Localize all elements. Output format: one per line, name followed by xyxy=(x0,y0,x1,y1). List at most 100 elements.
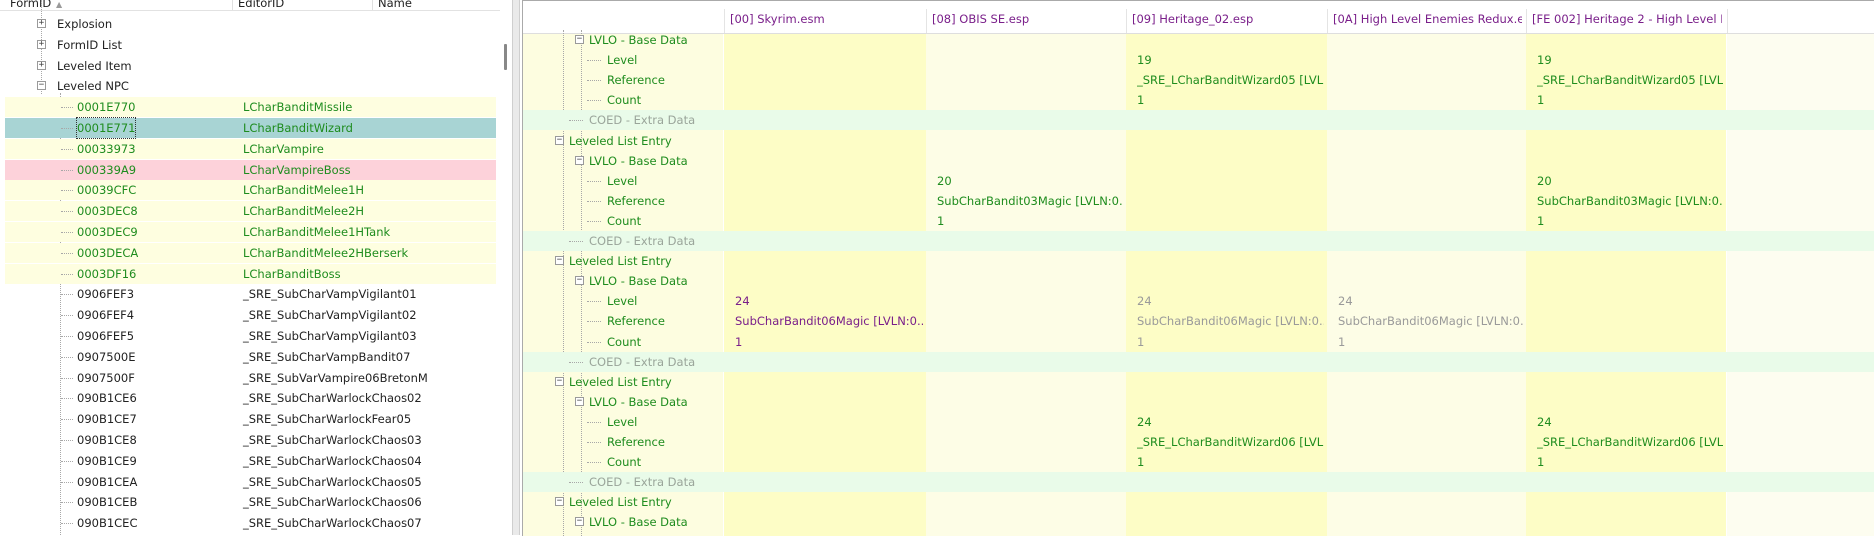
field-value[interactable]: 1 xyxy=(1137,452,1324,472)
record-row[interactable]: 0003DEC8 LCharBanditMelee2H xyxy=(5,201,496,222)
field-value[interactable]: 24 xyxy=(735,291,923,311)
expand-icon[interactable]: + xyxy=(37,39,46,49)
record-row[interactable]: 090B1CE7 _SRE_SubCharWarlockFear05 xyxy=(5,409,496,429)
expand-icon[interactable]: + xyxy=(37,19,46,28)
record-field-row[interactable]: Reference SubCharBandit03Magic [LVLN:0...… xyxy=(523,191,1874,211)
record-field-row[interactable]: − LVLO - Base Data xyxy=(523,30,1874,50)
record-field-row[interactable]: Count 1 1 1 xyxy=(523,332,1874,352)
collapse-icon[interactable]: − xyxy=(575,276,584,286)
collapse-icon[interactable]: − xyxy=(575,517,584,527)
record-field-row[interactable]: Count 1 1 xyxy=(523,452,1874,472)
tree-group-formid-list[interactable]: + FormID List xyxy=(0,35,496,55)
collapse-icon[interactable]: − xyxy=(575,155,584,165)
tree-group-leveled-npc[interactable]: − Leveled NPC xyxy=(0,76,496,96)
record-row[interactable]: 0907500F _SRE_SubVarVampire06BretonM xyxy=(5,368,496,388)
field-value[interactable]: 19 xyxy=(1137,50,1324,70)
plugin-header[interactable]: [0A] High Level Enemies Redux.esp xyxy=(1333,5,1522,33)
coed-row[interactable]: COED - Extra Data xyxy=(523,472,1874,493)
field-value[interactable]: 1 xyxy=(1537,90,1723,110)
record-row[interactable]: 090B1CEA _SRE_SubCharWarlockChaos05 xyxy=(5,472,496,492)
field-value[interactable]: _SRE_LCharBanditWizard05 [LVL... xyxy=(1537,70,1723,90)
formid-column-header[interactable]: FormID xyxy=(10,0,51,10)
collapse-icon[interactable]: − xyxy=(555,256,564,266)
record-field-row[interactable]: − Leveled List Entry xyxy=(523,131,1874,151)
collapse-icon[interactable]: − xyxy=(555,135,564,145)
tree-group-explosion[interactable]: + Explosion xyxy=(0,14,496,34)
record-field-row[interactable]: Reference SubCharBandit06Magic [LVLN:0...… xyxy=(523,311,1874,331)
field-value[interactable]: 24 xyxy=(1137,291,1324,311)
name-column-header[interactable]: Name xyxy=(378,0,412,10)
record-row[interactable]: 090B1CE8 _SRE_SubCharWarlockChaos03 xyxy=(5,430,496,450)
field-value[interactable]: 1 xyxy=(735,332,923,352)
field-value[interactable]: SubCharBandit06Magic [LVLN:0... xyxy=(1137,311,1324,331)
field-value[interactable]: 1 xyxy=(1537,452,1723,472)
collapse-icon[interactable]: − xyxy=(575,396,584,406)
record-field-row[interactable]: − Leveled List Entry xyxy=(523,251,1874,271)
tree-scrollbar-thumb[interactable] xyxy=(504,44,507,70)
field-value[interactable]: 1 xyxy=(1338,332,1523,352)
record-field-row[interactable]: − Leveled List Entry xyxy=(523,372,1874,392)
field-value[interactable]: 1 xyxy=(937,211,1123,231)
record-field-row[interactable]: Reference _SRE_LCharBanditWizard05 [LVL..… xyxy=(523,70,1874,90)
tree-group-leveled-item[interactable]: + Leveled Item xyxy=(0,56,496,76)
record-row[interactable]: 090B1CEB _SRE_SubCharWarlockChaos06 xyxy=(5,492,496,512)
record-field-row[interactable]: Reference _SRE_LCharBanditWizard06 [LVL..… xyxy=(523,432,1874,452)
record-row[interactable]: 090B1CE6 _SRE_SubCharWarlockChaos02 xyxy=(5,388,496,408)
record-row[interactable]: 0001E770 LCharBanditMissile xyxy=(5,97,496,118)
record-row[interactable]: 0003DEC9 LCharBanditMelee1HTank xyxy=(5,222,496,242)
record-field-row[interactable]: − LVLO - Base Data xyxy=(523,151,1874,171)
record-row[interactable]: 0003DF16 LCharBanditBoss xyxy=(5,263,496,284)
record-field-row[interactable]: Count 1 1 xyxy=(523,211,1874,231)
coed-row[interactable]: COED - Extra Data xyxy=(523,110,1874,131)
collapse-icon[interactable]: − xyxy=(555,376,564,386)
record-field-row[interactable]: Level 24 24 xyxy=(523,412,1874,432)
field-value[interactable]: _SRE_LCharBanditWizard06 [LVL... xyxy=(1137,432,1324,452)
collapse-icon[interactable]: − xyxy=(575,35,584,44)
field-value[interactable]: 20 xyxy=(1537,171,1723,191)
plugin-header[interactable]: [09] Heritage_02.esp xyxy=(1132,5,1323,33)
record-row[interactable]: 090B1CE9 _SRE_SubCharWarlockChaos04 xyxy=(5,451,496,471)
field-value[interactable]: SubCharBandit03Magic [LVLN:0... xyxy=(937,191,1123,211)
record-row[interactable]: 0001E771 LCharBanditWizard xyxy=(5,117,496,139)
record-field-row[interactable]: − Leveled List Entry xyxy=(523,492,1874,512)
record-field-row[interactable]: − LVLO - Base Data xyxy=(523,512,1874,532)
field-value[interactable]: 20 xyxy=(937,171,1123,191)
record-row[interactable]: 0907500E _SRE_SubCharVampBandit07 xyxy=(5,347,496,367)
field-value[interactable]: _SRE_LCharBanditWizard06 [LVL... xyxy=(1537,432,1723,452)
record-field-row[interactable]: Level 24 24 24 xyxy=(523,291,1874,311)
record-row[interactable]: 0906FEF5 _SRE_SubCharVampVigilant03 xyxy=(5,326,496,346)
field-value[interactable]: 19 xyxy=(1537,50,1723,70)
field-value[interactable]: 1 xyxy=(1537,211,1723,231)
field-value[interactable]: SubCharBandit06Magic [LVLN:0... xyxy=(1338,311,1523,331)
plugin-header[interactable]: [00] Skyrim.esm xyxy=(730,5,922,33)
field-value[interactable]: SubCharBandit03Magic [LVLN:0... xyxy=(1537,191,1723,211)
record-field-row[interactable]: Level 19 19 xyxy=(523,50,1874,70)
field-value[interactable]: SubCharBandit06Magic [LVLN:0... xyxy=(735,311,923,331)
record-row[interactable]: 090B1CEC _SRE_SubCharWarlockChaos07 xyxy=(5,513,496,533)
plugin-header[interactable]: [FE 002] Heritage 2 - High Level E... xyxy=(1532,5,1722,33)
record-field-row[interactable]: − LVLO - Base Data xyxy=(523,271,1874,291)
field-value[interactable]: 1 xyxy=(1137,332,1324,352)
record-row[interactable]: 0906FEF4 _SRE_SubCharVampVigilant02 xyxy=(5,305,496,325)
field-value[interactable]: 24 xyxy=(1137,412,1324,432)
collapse-icon[interactable]: − xyxy=(37,81,46,91)
record-field-row[interactable]: Level 20 20 xyxy=(523,171,1874,191)
record-row[interactable]: 000339A9 LCharVampireBoss xyxy=(5,159,496,180)
record-row[interactable]: 0003DECA LCharBanditMelee2HBerserk xyxy=(5,242,496,263)
editorid-column-header[interactable]: EditorID xyxy=(238,0,284,10)
coed-row[interactable]: COED - Extra Data xyxy=(523,351,1874,372)
coed-row[interactable]: COED - Extra Data xyxy=(523,231,1874,251)
field-value[interactable]: 24 xyxy=(1338,291,1523,311)
collapse-icon[interactable]: − xyxy=(555,497,564,507)
field-value[interactable]: _SRE_LCharBanditWizard05 [LVL... xyxy=(1137,70,1324,90)
field-value[interactable]: 24 xyxy=(1537,412,1723,432)
record-field-row[interactable]: Count 1 1 xyxy=(523,90,1874,110)
expand-icon[interactable]: + xyxy=(37,60,46,70)
pane-splitter[interactable] xyxy=(512,0,520,535)
field-value[interactable]: 1 xyxy=(1137,90,1324,110)
record-row[interactable]: 0906FEF3 _SRE_SubCharVampVigilant01 xyxy=(5,284,496,304)
record-row[interactable]: 00033973 LCharVampire xyxy=(5,138,496,159)
record-comparison-pane[interactable]: [00] Skyrim.esm [08] OBIS SE.esp [09] Heri… xyxy=(522,0,1874,536)
plugin-header[interactable]: [08] OBIS SE.esp xyxy=(932,5,1122,33)
record-field-row[interactable]: − LVLO - Base Data xyxy=(523,392,1874,412)
